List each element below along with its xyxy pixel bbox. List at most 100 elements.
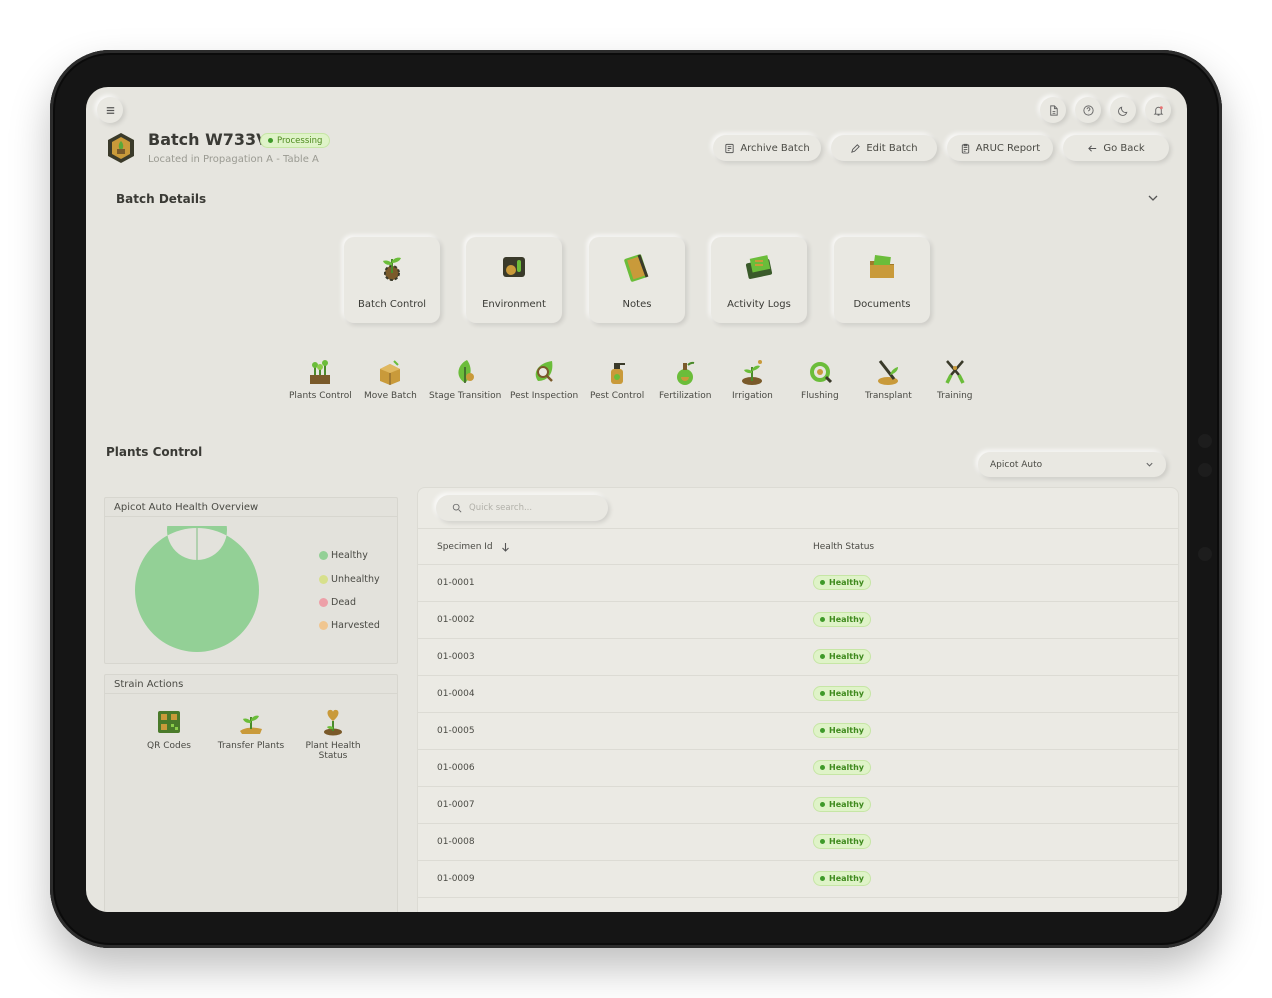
archive-icon [725, 143, 734, 153]
strain-action-plant-health-status[interactable]: Plant Health Status [293, 707, 373, 761]
sprout-water-icon [742, 360, 763, 385]
tile-notes[interactable]: Notes [589, 237, 685, 323]
sort-down-icon[interactable] [501, 542, 510, 553]
action-pest-control[interactable]: Pest Control [590, 357, 644, 401]
help-button[interactable] [1075, 97, 1101, 123]
specimen-id: 01-0007 [437, 800, 475, 810]
legend-dot-icon [319, 575, 328, 584]
health-badge-label: Healthy [829, 837, 864, 846]
action-plants-control[interactable]: Plants Control [289, 357, 352, 401]
strain-actions-title: Strain Actions [105, 675, 397, 694]
status-dot-icon [268, 138, 273, 143]
heart-plant-icon [324, 709, 342, 736]
strain-select[interactable]: Apicot Auto [978, 452, 1166, 477]
edit-batch-button[interactable]: Edit Batch [831, 135, 937, 161]
menu-button[interactable] [97, 97, 123, 123]
pencil-icon [851, 143, 861, 153]
strain-actions-panel: Strain Actions QR Codes Transfer Plants … [104, 674, 398, 912]
status-dot-icon [820, 654, 825, 659]
action-training-label: Training [937, 391, 973, 401]
health-badge: Healthy [813, 723, 871, 738]
status-dot-icon [820, 691, 825, 696]
specimen-id: 01-0006 [437, 763, 475, 773]
column-health-status[interactable]: Health Status [813, 542, 874, 552]
tile-documents-label: Documents [853, 299, 911, 310]
shovel-plant-icon [878, 360, 899, 385]
status-dot-icon [820, 839, 825, 844]
specimen-id: 01-0009 [437, 874, 475, 884]
legend-dot-icon [319, 551, 328, 560]
tile-activity-logs[interactable]: Activity Logs [711, 237, 807, 323]
document-icon [1049, 104, 1058, 116]
legend-dot-icon [319, 621, 328, 630]
column-specimen-id[interactable]: Specimen Id [437, 542, 493, 552]
theme-button[interactable] [1110, 97, 1136, 123]
health-donut-chart [134, 526, 259, 652]
tile-environment[interactable]: Environment [466, 237, 562, 323]
status-badge-label: Processing [277, 135, 323, 146]
health-badge-label: Healthy [829, 726, 864, 735]
search-input[interactable] [469, 503, 589, 513]
clipboard-icon [961, 143, 969, 154]
status-dot-icon [820, 728, 825, 733]
table-row[interactable]: 01-0003 Healthy [418, 639, 1178, 676]
chevron-down-icon [1146, 462, 1153, 467]
aruc-report-button[interactable]: ARUC Report [947, 135, 1053, 161]
chevron-down-icon[interactable] [1146, 190, 1160, 204]
document-button[interactable] [1040, 97, 1066, 123]
spray-bottle-icon [611, 363, 626, 384]
strain-action-qr-codes-label: QR Codes [147, 741, 191, 751]
specimen-id: 01-0003 [437, 652, 475, 662]
health-badge-label: Healthy [829, 763, 864, 772]
strain-select-value: Apicot Auto [990, 459, 1043, 470]
health-badge: Healthy [813, 575, 871, 590]
strain-action-transfer-plants-label: Transfer Plants [217, 741, 285, 751]
hamburger-icon [106, 106, 114, 114]
table-row[interactable]: 01-0009 Healthy [418, 861, 1178, 898]
action-irrigation-label: Irrigation [732, 391, 773, 401]
health-badge: Healthy [813, 649, 871, 664]
table-row[interactable]: 01-0001 Healthy [418, 565, 1178, 602]
hose-icon [809, 362, 832, 384]
strain-action-transfer-plants[interactable]: Transfer Plants [211, 707, 291, 751]
legend-unhealthy: Unhealthy [319, 574, 380, 585]
legend-dot-icon [319, 598, 328, 607]
archive-batch-button[interactable]: Archive Batch [713, 135, 821, 161]
table-row[interactable]: 01-0006 Healthy [418, 750, 1178, 787]
table-row[interactable]: 01-0008 Healthy [418, 824, 1178, 861]
health-badge-label: Healthy [829, 689, 864, 698]
action-pest-inspection[interactable]: Pest Inspection [510, 357, 578, 401]
health-badge: Healthy [813, 760, 871, 775]
tile-batch-control[interactable]: Batch Control [344, 237, 440, 323]
action-transplant[interactable]: Transplant [865, 357, 912, 401]
tile-documents[interactable]: Documents [834, 237, 930, 323]
health-badge-label: Healthy [829, 800, 864, 809]
action-irrigation[interactable]: Irrigation [732, 357, 773, 401]
plants-icon [310, 360, 331, 384]
action-transplant-label: Transplant [865, 391, 912, 401]
strain-action-qr-codes[interactable]: QR Codes [129, 707, 209, 751]
legend-harvested-label: Harvested [331, 620, 380, 631]
go-back-button[interactable]: Go Back [1063, 135, 1169, 161]
table-row[interactable]: 01-0005 Healthy [418, 713, 1178, 750]
action-move-batch[interactable]: Move Batch [364, 357, 417, 401]
tile-batch-control-label: Batch Control [357, 299, 427, 310]
status-dot-icon [820, 580, 825, 585]
table-row[interactable]: 01-0002 Healthy [418, 602, 1178, 639]
bell-icon [1153, 105, 1163, 116]
notifications-button[interactable] [1145, 97, 1171, 123]
tile-environment-label: Environment [482, 299, 546, 310]
action-flushing-label: Flushing [801, 391, 839, 401]
thermometer-icon [503, 257, 525, 277]
table-row[interactable]: 01-0007 Healthy [418, 787, 1178, 824]
table-row[interactable]: 01-0004 Healthy [418, 676, 1178, 713]
leaf-icon [458, 360, 475, 383]
action-move-batch-label: Move Batch [364, 391, 417, 401]
action-fertilization[interactable]: Fertilization [659, 357, 711, 401]
action-flushing[interactable]: Flushing [801, 357, 839, 401]
aruc-report-label: ARUC Report [975, 142, 1041, 154]
action-training[interactable]: Training [937, 357, 973, 401]
quick-search[interactable] [436, 495, 608, 521]
table-row[interactable] [418, 898, 1178, 912]
action-stage-transition[interactable]: Stage Transition [429, 357, 501, 401]
